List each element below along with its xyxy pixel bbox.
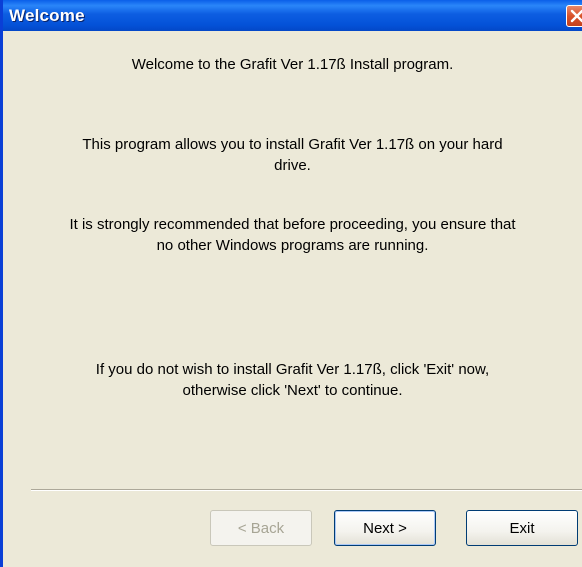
exit-instructions-text: If you do not wish to install Grafit Ver… [95,361,490,399]
button-separator [31,489,582,491]
next-button[interactable]: Next > [334,510,436,546]
welcome-text: Welcome to the Grafit Ver 1.17ß Install … [131,56,454,73]
window-title: Welcome [9,6,85,25]
close-button[interactable] [566,5,582,27]
back-button[interactable]: < Back [210,510,312,546]
install-dialog: Welcome Welcome to the Grafit Ver 1.17ß … [0,0,582,567]
title-bar[interactable]: Welcome [3,0,582,31]
recommendation-text: It is strongly recommended that before p… [69,216,516,254]
exit-button[interactable]: Exit [466,510,578,546]
close-icon [570,9,582,23]
install-description-text: This program allows you to install Grafi… [82,136,503,174]
